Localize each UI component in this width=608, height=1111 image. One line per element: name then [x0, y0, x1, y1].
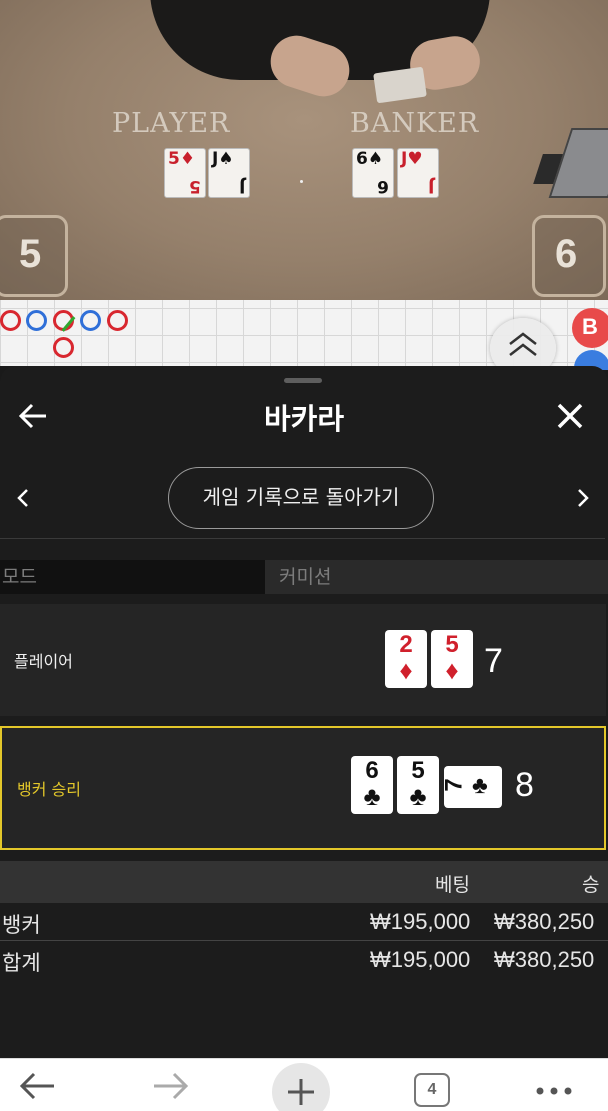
- win-amount: ₩380,250: [494, 909, 595, 934]
- banker-hand-row-winner: 뱅커 승리 6 ♣ 5 ♣ 7 ♣ 8: [0, 726, 606, 850]
- arrow-right-icon: [154, 1072, 189, 1100]
- new-tab-button[interactable]: [272, 1063, 330, 1111]
- chevron-right-icon: [578, 489, 589, 507]
- table-banker-card-2: J♥ J: [397, 148, 439, 198]
- divider: [0, 538, 605, 539]
- table-player-card-1: 5♦ 5: [164, 148, 206, 198]
- close-icon: [557, 403, 583, 429]
- tab-switcher-button[interactable]: 4: [414, 1073, 450, 1107]
- road-result: [53, 310, 76, 332]
- sheet-title: 바카라: [263, 402, 345, 436]
- player-hand-total: 7: [484, 642, 503, 680]
- previous-game-button[interactable]: [10, 484, 38, 512]
- road-banker-badge: B: [572, 308, 608, 348]
- road-result: [53, 337, 74, 358]
- browser-back-button[interactable]: [18, 1069, 56, 1103]
- arrow-left-icon: [19, 1072, 54, 1100]
- game-info-row: 모드 커미션: [0, 560, 608, 594]
- app-root: PLAYER BANKER 5♦ 5 J♠ J 6♠ 6 J♥ J 5 6 B …: [0, 0, 608, 1111]
- table-row-total: 합계 ₩195,000 ₩380,250: [0, 944, 608, 980]
- table-banker-label: BANKER: [350, 108, 480, 139]
- plus-icon: [288, 1079, 314, 1105]
- banker-card-2: 5 ♣: [397, 756, 439, 814]
- road-result: [107, 310, 128, 331]
- browser-toolbar: 4: [0, 1058, 608, 1111]
- total-label: 합계: [2, 951, 41, 975]
- next-game-button[interactable]: [568, 484, 596, 512]
- road-result: [0, 310, 21, 331]
- double-chevron-up-icon: [509, 332, 537, 356]
- table-banker-card-1: 6♠ 6: [352, 148, 394, 198]
- player-card-1: 2 ♦: [385, 630, 427, 688]
- live-video-feed: PLAYER BANKER 5♦ 5 J♠ J 6♠ 6 J♥ J 5 6: [0, 0, 608, 300]
- banker-hand-total: 8: [515, 766, 534, 804]
- table-player-label: PLAYER: [112, 108, 231, 139]
- tie-mark: [61, 316, 76, 332]
- player-card-2: 5 ♦: [431, 630, 473, 688]
- road-result: [26, 310, 47, 331]
- more-menu-button[interactable]: [534, 1069, 574, 1103]
- bets-table-header: 베팅 승: [0, 861, 608, 903]
- player-hand-row: 플레이어 2 ♦ 5 ♦ 7: [0, 604, 606, 716]
- back-to-history-button[interactable]: 게임 기록으로 돌아가기: [168, 467, 434, 529]
- close-button[interactable]: [550, 396, 590, 436]
- divider: [0, 940, 608, 941]
- banker-score: 6: [555, 232, 578, 276]
- table-row: 뱅커 ₩195,000 ₩380,250: [0, 906, 608, 942]
- banker-score-box: 6: [532, 215, 606, 297]
- banker-card-3-drawn: 7 ♣: [441, 766, 502, 808]
- sheet-drag-handle[interactable]: [284, 378, 322, 383]
- total-bet-amount: ₩195,000: [370, 947, 471, 972]
- road-result: [80, 310, 101, 331]
- table-player-card-2: J♠ J: [208, 148, 250, 198]
- banker-card-1: 6 ♣: [351, 756, 393, 814]
- bet-type: 뱅커: [2, 913, 41, 937]
- win-column-header: 승: [582, 874, 600, 896]
- mode-label: 모드: [0, 560, 265, 594]
- total-win-amount: ₩380,250: [494, 947, 595, 972]
- commission-label: 커미션: [265, 560, 608, 594]
- game-history-sheet: 바카라 게임 기록으로 돌아가기 모드 커미션 플레이어 2 ♦ 5 ♦ 7 뱅…: [0, 366, 608, 1058]
- chevron-left-icon: [17, 489, 28, 507]
- player-hand-label: 플레이어: [14, 652, 73, 671]
- bet-column-header: 베팅: [435, 874, 470, 896]
- player-score-box: 5: [0, 215, 68, 297]
- bet-amount: ₩195,000: [370, 909, 471, 934]
- player-score: 5: [19, 232, 42, 276]
- banker-win-label: 뱅커 승리: [17, 780, 81, 799]
- browser-forward-button[interactable]: [152, 1069, 190, 1103]
- more-dots-icon: [536, 1087, 572, 1095]
- card-shoe: [548, 128, 608, 198]
